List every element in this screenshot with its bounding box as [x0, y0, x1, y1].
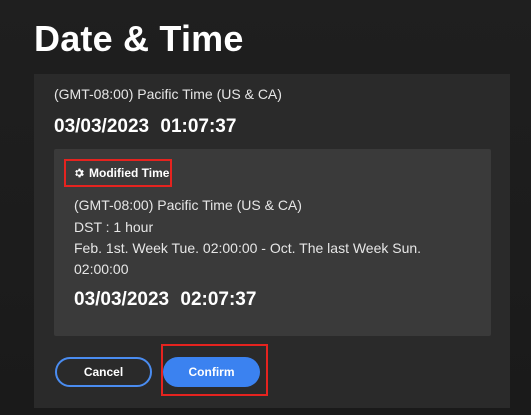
page-title: Date & Time [34, 18, 244, 59]
modified-dst: DST : 1 hour [74, 219, 154, 235]
date-time-page: Date & Time (GMT-08:00) Pacific Time (US… [0, 0, 531, 415]
modified-time-label-text: Modified Time [89, 166, 170, 180]
date-time-panel: (GMT-08:00) Pacific Time (US & CA) 03/03… [34, 74, 510, 408]
current-timezone: (GMT-08:00) Pacific Time (US & CA) [54, 86, 282, 102]
current-datetime: 03/03/2023 01:07:37 [54, 116, 237, 137]
modified-time-box: Modified Time (GMT-08:00) Pacific Time (… [54, 149, 491, 336]
gear-icon [75, 168, 84, 178]
cancel-button[interactable]: Cancel [55, 357, 152, 387]
modified-time-label: Modified Time [64, 159, 172, 187]
modified-datetime: 03/03/2023 02:07:37 [74, 289, 257, 310]
modified-dst-range-line1: Feb. 1st. Week Tue. 02:00:00 - Oct. The … [74, 240, 422, 256]
modified-timezone: (GMT-08:00) Pacific Time (US & CA) [74, 197, 302, 213]
modified-dst-range-line2: 02:00:00 [74, 261, 129, 277]
confirm-button[interactable]: Confirm [163, 357, 260, 387]
